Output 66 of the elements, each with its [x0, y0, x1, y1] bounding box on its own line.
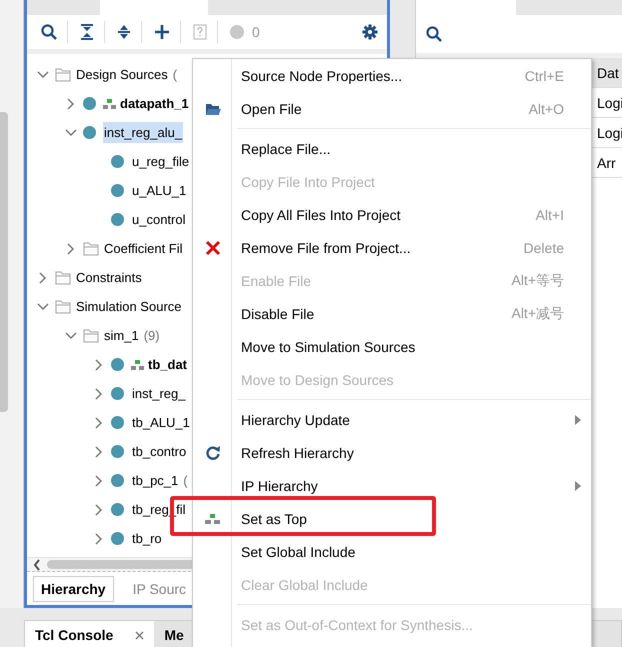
- menu-item[interactable]: Open File Alt+O: [232, 92, 564, 125]
- tree-item[interactable]: Design Sources: [75, 64, 169, 85]
- scrollbar[interactable]: [0, 112, 8, 412]
- menu-item[interactable]: Hierarchy Update: [232, 403, 564, 436]
- menu-item[interactable]: Copy All Files Into Project Alt+I: [232, 198, 564, 231]
- tree-item[interactable]: tb_contro: [131, 441, 188, 462]
- module-dot-icon: [111, 358, 124, 371]
- menu-item[interactable]: Source Node Properties... Ctrl+E: [232, 59, 564, 92]
- menu-item[interactable]: Disable File Alt+减号: [232, 297, 564, 330]
- remove-icon: [204, 240, 220, 256]
- tree-item[interactable]: inst_reg_alu_: [103, 122, 184, 143]
- close-icon[interactable]: [135, 630, 144, 640]
- module-dot-icon: [83, 126, 96, 139]
- item-count: (: [183, 473, 188, 488]
- module-dot-icon: [111, 155, 124, 168]
- tree-item[interactable]: Constraints: [75, 267, 143, 288]
- hierarchy-top-icon: [205, 514, 220, 524]
- tree-item[interactable]: Coefficient Fil: [103, 238, 184, 259]
- module-dot-icon: [111, 445, 124, 458]
- tree-item[interactable]: tb_ro: [131, 528, 163, 549]
- tab[interactable]: IP Sourc: [126, 576, 194, 600]
- collapse-all-icon[interactable]: [80, 24, 94, 40]
- tree-item[interactable]: datapath_1: [119, 93, 190, 114]
- tab[interactable]: Me: [164, 627, 184, 643]
- menu-item[interactable]: Refresh Hierarchy: [232, 436, 564, 469]
- item-count: (: [172, 67, 178, 82]
- tree-item[interactable]: sim_1: [103, 325, 140, 346]
- tree-item[interactable]: Simulation Source: [75, 296, 182, 317]
- refresh-icon: [204, 444, 220, 460]
- folder-icon: [55, 270, 71, 285]
- item-count: (9): [144, 328, 160, 343]
- folder-icon: [83, 241, 99, 256]
- menu-item[interactable]: Set Global Include: [232, 535, 564, 568]
- module-dot-icon: [111, 416, 124, 429]
- tree-item[interactable]: tb_pc_1: [131, 470, 180, 491]
- expand-all-icon[interactable]: [117, 24, 131, 40]
- tree-item[interactable]: tb_ALU_1: [131, 412, 191, 433]
- module-dot-icon: [111, 474, 124, 487]
- tree-item[interactable]: u_ALU_1: [131, 180, 188, 201]
- module-dot-icon: [111, 213, 124, 226]
- menu-item[interactable]: Move to Simulation Sources: [232, 330, 564, 363]
- scroll-left-icon[interactable]: [33, 558, 41, 570]
- module-dot-icon: [111, 184, 124, 197]
- folder-icon: [55, 299, 71, 314]
- module-dot-icon: [111, 532, 124, 545]
- module-dot-icon: [111, 503, 124, 516]
- search-icon[interactable]: [41, 24, 57, 40]
- tree-item[interactable]: tb_dat: [147, 354, 188, 375]
- module-dot-icon: [111, 387, 124, 400]
- table-cell-text: Arr: [597, 154, 617, 170]
- menu-item[interactable]: Remove File from Project... Delete: [232, 231, 564, 264]
- folder-icon: [55, 67, 71, 82]
- add-icon[interactable]: [154, 24, 170, 40]
- settings-icon[interactable]: [362, 24, 378, 40]
- module-dot-icon: [83, 97, 96, 110]
- column-header: Dat: [597, 64, 620, 80]
- folder-icon: [204, 101, 220, 116]
- folder-icon: [83, 328, 99, 343]
- menu-item[interactable]: Replace File...: [232, 132, 564, 165]
- search-icon[interactable]: [426, 26, 442, 42]
- tab[interactable]: Hierarchy: [33, 576, 114, 602]
- status-dot-icon: [230, 25, 244, 39]
- tree-item[interactable]: u_reg_file: [131, 151, 190, 172]
- tree-item[interactable]: u_control: [131, 209, 186, 230]
- issue-count: 0: [252, 24, 260, 40]
- tree-item[interactable]: inst_reg_: [131, 383, 186, 404]
